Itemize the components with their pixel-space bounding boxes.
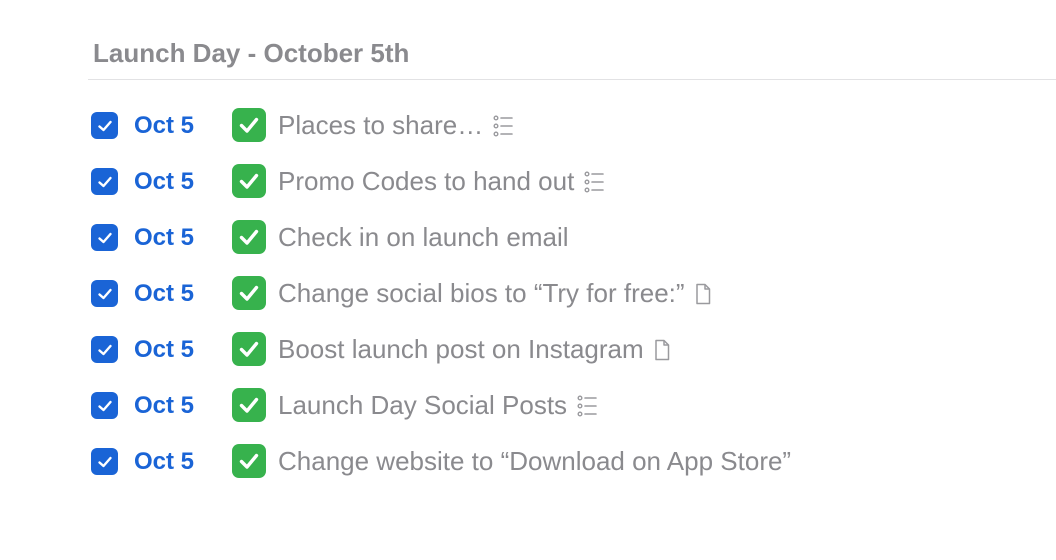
checkmark-icon [97, 400, 112, 411]
white-check-mark-emoji [232, 108, 266, 142]
task-row[interactable]: Oct 5 Change social bios to “Try for fre… [88, 266, 1048, 322]
task-checkbox[interactable] [91, 224, 118, 251]
task-title: Change website to “Download on App Store… [278, 446, 792, 476]
task-title: Promo Codes to hand out [278, 166, 575, 196]
task-row[interactable]: Oct 5 Change website to “Download on App… [88, 434, 1048, 490]
white-check-mark-emoji [232, 388, 266, 422]
checkmark-icon [97, 456, 112, 467]
checklist-icon [493, 114, 514, 138]
task-row[interactable]: Oct 5 Promo Codes to hand out [88, 154, 1048, 210]
white-check-mark-emoji [232, 276, 266, 310]
task-checkbox[interactable] [91, 280, 118, 307]
checklist-icon [584, 170, 605, 194]
task-date: Oct 5 [134, 392, 195, 419]
task-title-area[interactable]: Change social bios to “Try for free:” [278, 278, 711, 309]
task-title-area[interactable]: Check in on launch email [278, 222, 569, 253]
task-row[interactable]: Oct 5 Places to share… [88, 98, 1048, 154]
checklist-icon [577, 394, 597, 418]
task-title: Change social bios to “Try for free:” [278, 278, 685, 308]
task-title: Places to share… [278, 110, 484, 140]
white-check-mark-emoji [232, 444, 266, 478]
checkmark-icon [97, 288, 112, 299]
task-date: Oct 5 [134, 224, 195, 251]
task-title: Boost launch post on Instagram [278, 334, 644, 364]
task-title-area[interactable]: Promo Codes to hand out [278, 166, 605, 197]
checkmark-icon [97, 176, 112, 187]
section-title: Launch Day - October 5th [93, 38, 410, 68]
white-check-mark-emoji [232, 220, 266, 254]
task-checkbox[interactable] [91, 336, 118, 363]
task-title-area[interactable]: Launch Day Social Posts [278, 390, 597, 421]
task-row[interactable]: Oct 5 Launch Day Social Posts [88, 378, 1048, 434]
task-row[interactable]: Oct 5 Boost launch post on Instagram [88, 322, 1048, 378]
note-icon [654, 339, 670, 361]
task-title-area[interactable]: Change website to “Download on App Store… [278, 446, 791, 477]
task-date: Oct 5 [134, 336, 195, 363]
task-checkbox[interactable] [91, 168, 118, 195]
task-date: Oct 5 [134, 280, 195, 307]
task-title-area[interactable]: Places to share… [278, 110, 514, 141]
task-title: Check in on launch email [278, 222, 569, 252]
white-check-mark-emoji [232, 332, 266, 366]
task-checkbox[interactable] [91, 112, 118, 139]
task-checkbox[interactable] [91, 392, 118, 419]
task-date: Oct 5 [134, 448, 195, 475]
task-date: Oct 5 [134, 112, 195, 139]
white-check-mark-emoji [232, 164, 266, 198]
note-icon [695, 283, 711, 305]
checkmark-icon [97, 232, 112, 243]
task-title-area[interactable]: Boost launch post on Instagram [278, 334, 670, 365]
task-date: Oct 5 [134, 168, 195, 195]
task-row[interactable]: Oct 5 Check in on launch email [88, 210, 1048, 266]
task-section: Launch Day - October 5th Oct 5 Places to… [88, 28, 1056, 478]
checkmark-icon [97, 120, 112, 131]
checkmark-icon [97, 344, 112, 355]
task-checkbox[interactable] [91, 448, 118, 475]
task-list: Oct 5 Places to share… Oct 5 Promo Codes… [88, 98, 1048, 490]
section-header[interactable]: Launch Day - October 5th [88, 28, 1056, 80]
task-title: Launch Day Social Posts [278, 390, 568, 420]
